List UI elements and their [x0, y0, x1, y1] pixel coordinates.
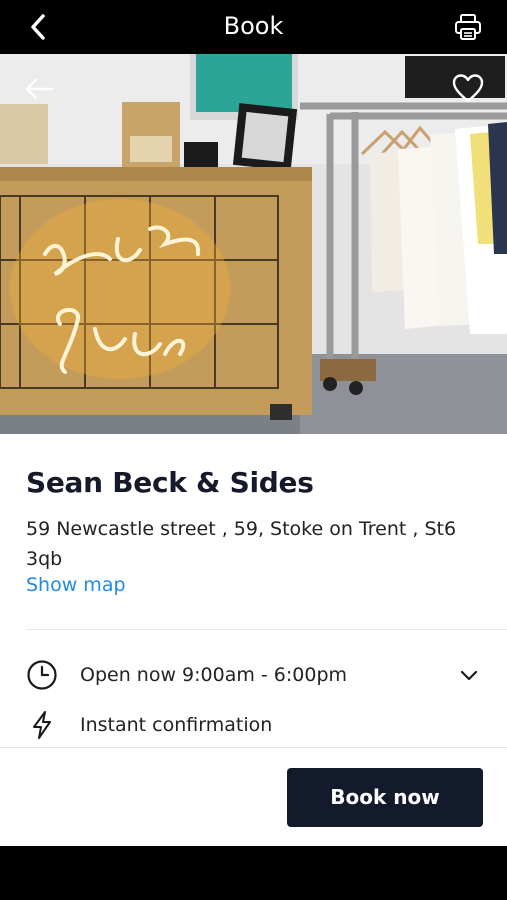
venue-photo [0, 54, 507, 434]
instant-confirmation-row: Instant confirmation [26, 709, 481, 741]
divider [0, 747, 507, 748]
venue-name: Sean Beck & Sides [26, 466, 314, 499]
show-map-link[interactable]: Show map [26, 574, 126, 596]
top-navigation-bar: Book [0, 0, 507, 54]
heart-icon[interactable] [451, 72, 485, 106]
arrow-left-icon[interactable] [22, 76, 56, 102]
clock-icon [26, 659, 58, 691]
venue-details-panel: Sean Beck & Sides 59 Newcastle street , … [0, 434, 507, 846]
divider [26, 629, 507, 630]
venue-address: 59 Newcastle street , 59, Stoke on Trent… [26, 518, 457, 570]
opening-hours-row[interactable]: Open now 9:00am - 6:00pm [26, 659, 481, 691]
page-title: Book [223, 12, 284, 40]
chevron-down-icon[interactable] [457, 663, 481, 687]
book-now-button[interactable]: Book now [287, 768, 483, 827]
instant-confirmation-text: Instant confirmation [80, 714, 273, 736]
printer-icon[interactable] [453, 12, 483, 42]
lightning-icon [26, 709, 58, 741]
shop-interior-image [0, 54, 507, 434]
opening-hours-text: Open now 9:00am - 6:00pm [80, 664, 348, 686]
bottom-bar [0, 846, 507, 900]
